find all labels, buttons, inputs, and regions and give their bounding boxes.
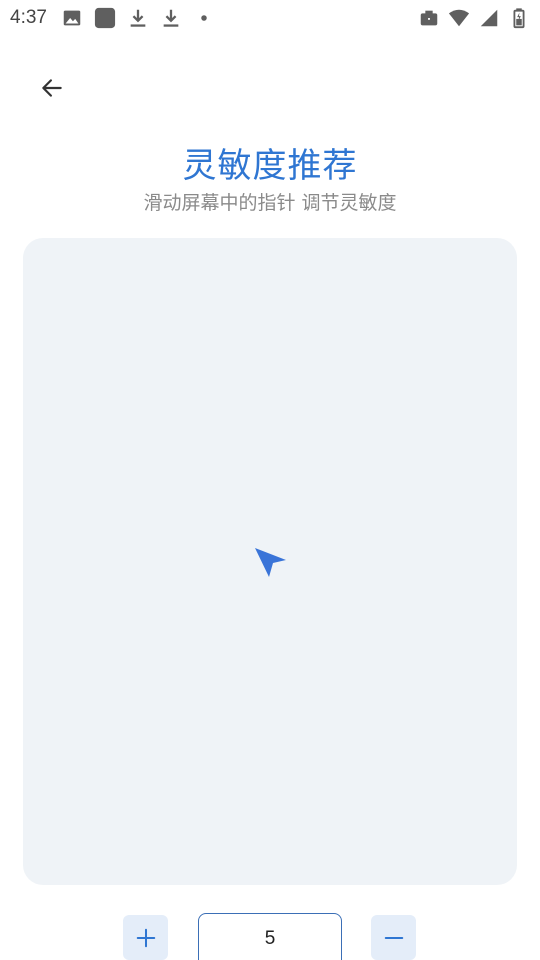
download-icon — [130, 9, 146, 27]
wifi-icon — [448, 9, 470, 27]
screen: 4:37 灵敏度推荐 滑动屏幕中的指针 调节灵敏度 5 — [0, 0, 540, 960]
app-square-icon — [94, 7, 116, 29]
decrease-button[interactable] — [371, 915, 416, 960]
notification-icons — [61, 7, 215, 29]
work-briefcase-icon — [420, 10, 438, 26]
battery-icon — [513, 8, 525, 29]
status-bar: 4:37 — [0, 0, 540, 36]
page-title: 灵敏度推荐 — [182, 146, 358, 186]
system-icons — [418, 7, 530, 29]
sensitivity-value-field[interactable]: 5 — [198, 913, 342, 960]
navigation-pointer-icon[interactable] — [253, 544, 289, 580]
cell-signal-icon — [480, 9, 498, 27]
dot-icon — [201, 15, 207, 21]
image-icon — [63, 10, 81, 26]
minus-icon — [384, 936, 403, 939]
back-button[interactable] — [28, 64, 76, 112]
page-subtitle: 滑动屏幕中的指针 调节灵敏度 — [143, 192, 397, 214]
status-time: 4:37 — [10, 7, 47, 28]
arrow-back-icon — [42, 79, 62, 97]
increase-button[interactable] — [123, 915, 168, 960]
download-icon — [163, 9, 179, 27]
sensitivity-touch-area[interactable] — [23, 238, 517, 885]
plus-icon — [136, 928, 155, 947]
